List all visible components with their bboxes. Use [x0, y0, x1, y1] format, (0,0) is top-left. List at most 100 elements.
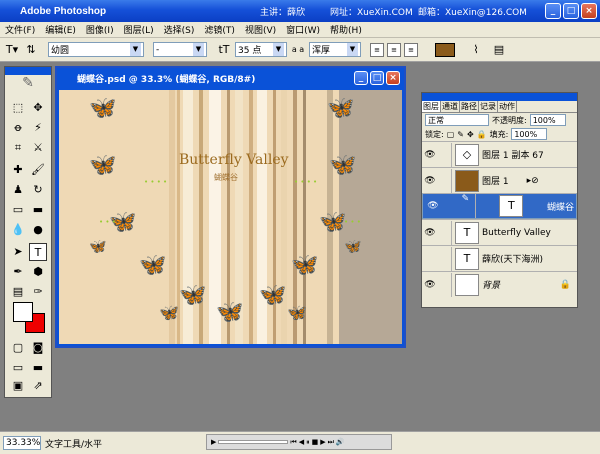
forward-icon[interactable]: ▶	[320, 438, 325, 446]
font-size-select[interactable]: 35 点 ▼	[235, 42, 287, 57]
layer-row-selected[interactable]: 👁 ✎ T 蝴蝶谷	[422, 193, 577, 219]
move-tool-icon[interactable]: ✥	[29, 99, 47, 117]
tab-layers[interactable]: 图层	[422, 101, 441, 112]
fill-field[interactable]: 100%	[511, 128, 548, 140]
menu-file[interactable]: 文件(F)	[0, 23, 40, 36]
layer-effects-icon[interactable]: ▸⊘	[527, 176, 539, 186]
type-tool-active-icon[interactable]: T	[29, 243, 47, 261]
path-select-icon[interactable]: ➤	[9, 243, 27, 261]
jump-to-imageready-icon[interactable]: ⇗	[29, 377, 47, 395]
link-slot[interactable]	[438, 142, 452, 167]
layer-row[interactable]: T 薛欣(天下海洲)	[422, 245, 577, 271]
menu-edit[interactable]: 编辑(E)	[40, 23, 81, 36]
play-icon[interactable]: ▶	[211, 438, 216, 446]
tab-actions[interactable]: 动作	[498, 101, 517, 112]
screen-mode-full-icon[interactable]: ▬	[29, 359, 47, 377]
dodge-tool-icon[interactable]: ●	[29, 221, 47, 239]
layer-row[interactable]: 👁 T Butterfly Valley	[422, 219, 577, 245]
quickmask-mode-icon[interactable]: ◙	[29, 339, 47, 357]
maximize-button[interactable]: □	[563, 3, 579, 19]
layers-panel-header	[422, 93, 577, 101]
font-family-select[interactable]: 幼圆 ▼	[48, 42, 144, 57]
stamp-tool-icon[interactable]: ♟	[9, 181, 27, 199]
pause-icon[interactable]: ⏸	[306, 438, 310, 447]
healing-brush-icon[interactable]: ✚	[9, 161, 27, 179]
close-button[interactable]: ×	[581, 3, 597, 19]
volume-icon[interactable]: 🔊	[336, 438, 345, 446]
font-size-icon: tT	[218, 43, 230, 56]
foreground-color-swatch[interactable]	[13, 302, 33, 322]
align-right-button[interactable]: ≡	[404, 42, 418, 57]
blur-tool-icon[interactable]: 💧	[9, 221, 27, 239]
palettes-toggle-icon[interactable]: ▤	[491, 43, 507, 56]
layer-row[interactable]: 👁 背景 🔒	[422, 271, 577, 297]
minimize-button[interactable]: _	[545, 3, 561, 19]
lock-paint-icon[interactable]: ✎	[457, 130, 464, 139]
opacity-field[interactable]: 100%	[529, 114, 566, 126]
screen-mode-icon[interactable]: ▭	[9, 359, 27, 377]
lock-transparency-icon[interactable]: ▢	[447, 130, 455, 139]
layer-row[interactable]: 👁 ◇ 图层 1 副本 67	[422, 141, 577, 167]
link-slot[interactable]	[438, 220, 452, 245]
document-canvas[interactable]: Butterfly Valley 蝴蝶谷 🦋 🦋 🦋 🦋 🦋 🦋 🦋 🦋 🦋 🦋…	[59, 90, 402, 344]
eye-icon[interactable]: 👁	[425, 201, 441, 211]
standard-mode-icon[interactable]: ▢	[9, 339, 27, 357]
eye-icon[interactable]: 👁	[422, 280, 438, 290]
brush-link-icon[interactable]: ✎	[462, 194, 476, 218]
shape-tool-icon[interactable]: ⬢	[29, 263, 47, 281]
menu-filter[interactable]: 滤镜(T)	[199, 23, 240, 36]
notes-tool-icon[interactable]: ▤	[9, 283, 27, 301]
butterfly-icon: 🦋	[287, 303, 307, 322]
text-color-swatch[interactable]	[435, 42, 455, 57]
doc-maximize-button[interactable]: □	[370, 71, 384, 85]
eye-icon[interactable]: 👁	[422, 176, 438, 186]
layer-row[interactable]: 👁 图层 1 ▸⊘	[422, 167, 577, 193]
align-center-button[interactable]: ≡	[387, 42, 401, 57]
menu-select[interactable]: 选择(S)	[159, 23, 200, 36]
gradient-tool-icon[interactable]: ▬	[29, 201, 47, 219]
type-tool-icon[interactable]: T▾	[4, 43, 20, 56]
stop-icon[interactable]: ■	[312, 438, 319, 446]
eye-icon[interactable]: 👁	[422, 150, 438, 160]
end-icon[interactable]: ⏭	[328, 438, 334, 447]
app-title: Adobe Photoshop	[20, 5, 107, 17]
doc-close-button[interactable]: ×	[386, 71, 400, 85]
screen-mode-fullbar-icon[interactable]: ▣	[9, 377, 27, 395]
font-style-select[interactable]: - ▼	[153, 42, 207, 57]
zoom-field[interactable]: 33.33%	[3, 436, 41, 450]
antialias-select[interactable]: 浑厚 ▼	[309, 42, 361, 57]
magic-wand-icon[interactable]: ⚡	[29, 119, 47, 137]
tab-history[interactable]: 记录	[479, 101, 498, 112]
lasso-tool-icon[interactable]: ꝋ	[9, 119, 27, 137]
menu-image[interactable]: 图像(I)	[81, 23, 119, 36]
slice-tool-icon[interactable]: ⚔	[29, 139, 47, 157]
butterfly-icon: 🦋	[139, 253, 167, 278]
marquee-tool-icon[interactable]: ⬚	[9, 99, 27, 117]
rewind-icon[interactable]: ⏮	[290, 438, 296, 447]
menu-view[interactable]: 视图(V)	[240, 23, 281, 36]
lock-all-icon[interactable]: 🔒	[477, 130, 487, 139]
pen-tool-icon[interactable]: ✒	[9, 263, 27, 281]
warp-text-icon[interactable]: ⌇	[468, 43, 484, 56]
eyedropper-icon[interactable]: ✑	[29, 283, 47, 301]
link-slot[interactable]	[438, 168, 452, 193]
align-left-button[interactable]: ≡	[370, 42, 384, 57]
menu-window[interactable]: 窗口(W)	[281, 23, 325, 36]
crop-tool-icon[interactable]: ⌗	[9, 139, 27, 157]
brush-tool-icon[interactable]: 🖌	[29, 161, 47, 179]
back-icon[interactable]: ◀	[299, 438, 304, 446]
blend-mode-select[interactable]: 正常	[425, 114, 489, 126]
eraser-tool-icon[interactable]: ▭	[9, 201, 27, 219]
menu-help[interactable]: 帮助(H)	[325, 23, 367, 36]
tab-paths[interactable]: 路径	[460, 101, 479, 112]
lock-move-icon[interactable]: ✥	[467, 130, 474, 139]
tab-channels[interactable]: 通道	[441, 101, 460, 112]
orientation-toggle-icon[interactable]: ⇅	[23, 43, 39, 56]
menu-layer[interactable]: 图层(L)	[119, 23, 159, 36]
history-brush-icon[interactable]: ↻	[29, 181, 47, 199]
doc-minimize-button[interactable]: _	[354, 71, 368, 85]
link-slot[interactable]	[438, 272, 452, 297]
seek-slider[interactable]	[218, 440, 289, 444]
link-slot[interactable]	[438, 246, 452, 271]
eye-icon[interactable]: 👁	[422, 228, 438, 238]
